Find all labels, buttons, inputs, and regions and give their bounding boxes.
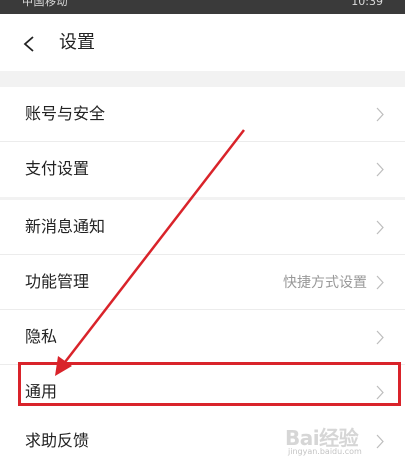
row-label: 通用 bbox=[25, 382, 58, 401]
chevron-right-icon bbox=[376, 275, 384, 290]
row-label: 新消息通知 bbox=[25, 217, 106, 236]
watermark-url: jingyan.baidu.com bbox=[288, 447, 362, 456]
row-label: 支付设置 bbox=[25, 159, 90, 178]
row-privacy[interactable]: 隐私 bbox=[0, 310, 405, 365]
chevron-right-icon bbox=[376, 107, 384, 122]
chevron-right-icon bbox=[376, 162, 384, 177]
time-text: 10:39 bbox=[351, 0, 383, 8]
page-title: 设置 bbox=[59, 32, 95, 53]
row-label: 功能管理 bbox=[25, 272, 90, 291]
back-arrow-icon[interactable] bbox=[22, 36, 38, 52]
row-label: 账号与安全 bbox=[25, 104, 106, 123]
row-new-message-notification[interactable]: 新消息通知 bbox=[0, 200, 405, 255]
row-general[interactable]: 通用 bbox=[0, 365, 405, 420]
settings-group-account: 账号与安全 支付设置 bbox=[0, 87, 405, 197]
status-bar: 中国移动 10:39 bbox=[0, 0, 405, 14]
row-label: 隐私 bbox=[25, 327, 58, 346]
chevron-right-icon bbox=[376, 434, 384, 449]
row-value: 快捷方式设置 bbox=[283, 275, 367, 291]
settings-group-general: 新消息通知 功能管理 快捷方式设置 隐私 通用 bbox=[0, 200, 405, 420]
row-label: 求助反馈 bbox=[25, 431, 90, 450]
chevron-right-icon bbox=[376, 330, 384, 345]
row-payment-settings[interactable]: 支付设置 bbox=[0, 142, 405, 197]
chevron-right-icon bbox=[376, 220, 384, 235]
chevron-right-icon bbox=[376, 385, 384, 400]
row-account-security[interactable]: 账号与安全 bbox=[0, 87, 405, 142]
row-feature-management[interactable]: 功能管理 快捷方式设置 bbox=[0, 255, 405, 310]
carrier-text: 中国移动 bbox=[22, 0, 68, 8]
nav-bar: 设置 bbox=[0, 14, 405, 71]
